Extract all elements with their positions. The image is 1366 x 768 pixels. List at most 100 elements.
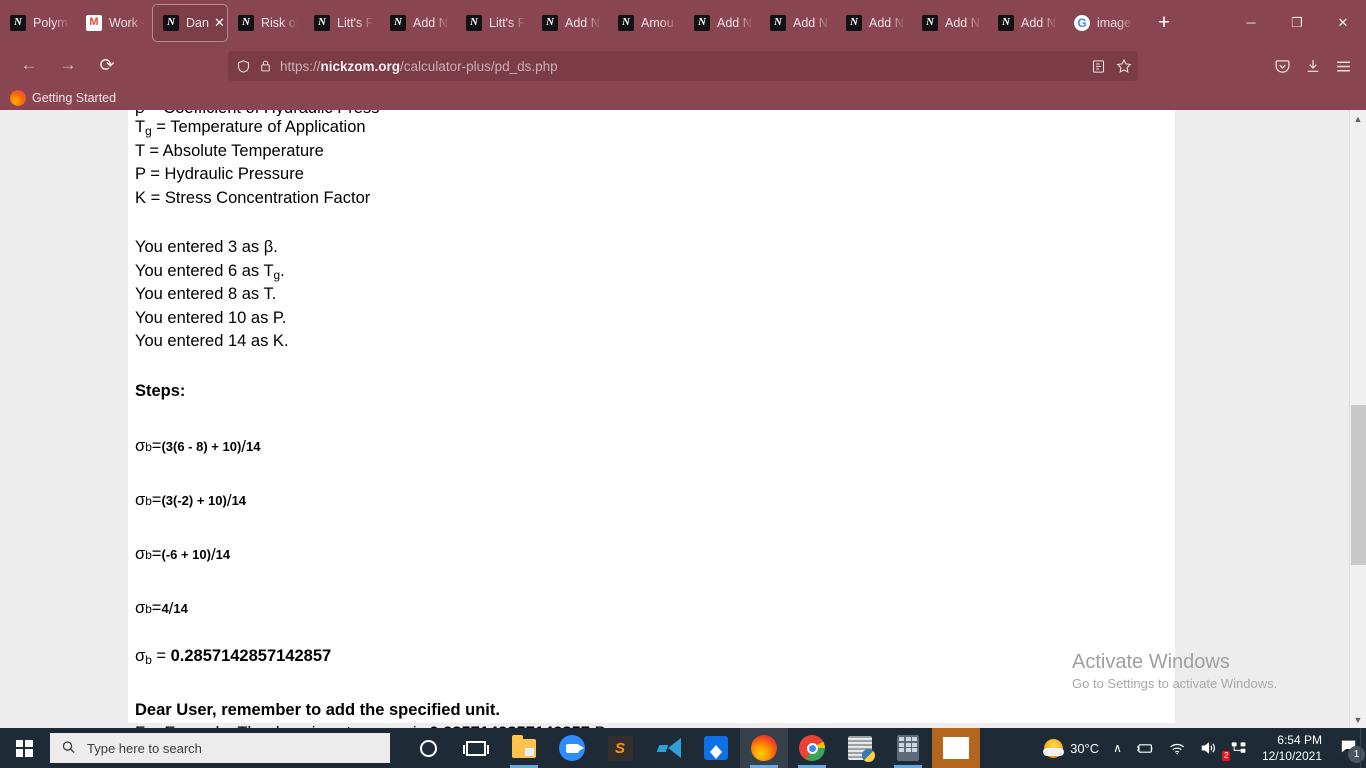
browser-tab-5[interactable]: N Add N [380, 4, 456, 42]
weather-widget[interactable]: 30°C [1037, 728, 1106, 768]
taskbar-search-input[interactable]: Type here to search [50, 733, 390, 763]
forward-icon[interactable]: → [51, 48, 85, 82]
nickzom-favicon-icon: N [10, 14, 26, 31]
show-desktop-button[interactable] [1360, 728, 1366, 768]
steps-heading: Steps: [135, 381, 186, 400]
equals-sign: = [151, 599, 162, 618]
browser-chrome: N Polym M Work - N Dan ✕ N Risk of N Lit… [0, 0, 1366, 110]
nickzom-favicon-icon: N [238, 14, 254, 31]
browser-tab-4[interactable]: N Litt's F [304, 4, 380, 42]
browser-tab-13[interactable]: N Add N [988, 4, 1064, 42]
shield-icon[interactable] [236, 59, 251, 74]
temperature-text: 30°C [1070, 740, 1100, 756]
network-status-icon[interactable]: 2 [1221, 728, 1254, 768]
nickzom-favicon-icon: N [390, 14, 406, 31]
scrollbar-thumb[interactable] [1351, 405, 1366, 565]
file-explorer-icon[interactable] [500, 728, 548, 768]
reload-icon[interactable]: ⟳ [90, 48, 124, 82]
maximize-window-button[interactable]: ❐ [1274, 0, 1320, 45]
close-window-button[interactable]: ✕ [1320, 0, 1366, 45]
firefox-icon[interactable] [740, 728, 788, 768]
equation-denominator: 14 [246, 438, 261, 454]
tab-title: Amou [641, 15, 674, 30]
nickzom-favicon-icon: N [163, 14, 179, 31]
network-badge-count: 2 [1221, 751, 1231, 761]
entered-lead: You entered 6 as [135, 261, 264, 280]
photos-icon[interactable] [932, 728, 980, 768]
calculator-icon[interactable] [884, 728, 932, 768]
browser-tab-14[interactable]: G image [1064, 4, 1140, 42]
close-tab-icon[interactable]: ✕ [214, 16, 225, 29]
equation-lhs: σ [135, 437, 146, 456]
nickzom-favicon-icon: N [618, 14, 634, 31]
symbol-K: K [135, 188, 147, 207]
scrollbar-down-arrow-icon[interactable]: ▼ [1350, 711, 1366, 728]
url-text: https://nickzom.org/calculator-plus/pd_d… [280, 58, 558, 74]
battery-icon[interactable] [1129, 728, 1162, 768]
menu-hamburger-icon[interactable] [1335, 59, 1352, 74]
gmail-favicon-icon: M [86, 14, 102, 31]
new-tab-button[interactable]: + [1150, 12, 1178, 33]
equation-numerator: (3(-2) + 10) [161, 492, 227, 508]
scrollbar-up-arrow-icon[interactable]: ▲ [1350, 110, 1366, 127]
browser-tab-6[interactable]: N Litt's F [456, 4, 532, 42]
browser-tab-10[interactable]: N Add N [760, 4, 836, 42]
equals-sign: = [151, 647, 171, 666]
tab-title: Add N [1021, 15, 1056, 30]
subscript-g: g [145, 123, 152, 138]
zoom-icon[interactable] [548, 728, 596, 768]
bookmark-getting-started[interactable]: Getting Started [32, 91, 116, 105]
wifi-icon[interactable] [1162, 728, 1193, 768]
tray-expand-chevron-icon[interactable]: ∧ [1106, 728, 1129, 768]
browser-tab-9[interactable]: N Add N [684, 4, 760, 42]
taskbar-clock[interactable]: 6:54 PM 12/10/2021 [1254, 732, 1330, 764]
page-scrollbar[interactable]: ▲ ▼ [1349, 110, 1366, 728]
vscode-icon[interactable] [644, 728, 692, 768]
equation-lhs: σ [135, 599, 146, 618]
entered-symbol: P [272, 308, 282, 327]
pycharm-icon[interactable] [836, 728, 884, 768]
browser-tab-11[interactable]: N Add N [836, 4, 912, 42]
tab-title: Add N [869, 15, 904, 30]
equation-lhs-subscript: b [145, 547, 152, 562]
navigation-bar: ← → ⟳ https://nickzom.org/calculator-plu… [0, 45, 1366, 85]
browser-tab-12[interactable]: N Add N [912, 4, 988, 42]
search-icon [58, 736, 81, 759]
lock-icon[interactable] [259, 59, 272, 73]
back-icon[interactable]: ← [12, 48, 46, 82]
browser-tab-1[interactable]: M Work - [76, 4, 152, 42]
browser-tab-0[interactable]: N Polym [0, 4, 76, 42]
cortana-icon[interactable] [404, 728, 452, 768]
browser-tab-8[interactable]: N Amou [608, 4, 684, 42]
reader-mode-icon[interactable] [1091, 59, 1106, 74]
entered-lead: You entered 14 as [135, 332, 273, 351]
browser-tab-2-active[interactable]: N Dan ✕ [152, 3, 228, 42]
definition-text: = Temperature of Application [151, 118, 366, 136]
volume-icon[interactable] [1193, 728, 1224, 768]
bookmark-star-icon[interactable] [1116, 58, 1132, 74]
definition-text: = Absolute Temperature [144, 141, 324, 160]
entered-symbol: K [272, 332, 284, 351]
address-bar[interactable]: https://nickzom.org/calculator-plus/pd_d… [228, 51, 1138, 81]
equation-lhs: σ [135, 491, 146, 510]
definition-beta: β = Coefficient of Hydraulic Press [135, 110, 379, 116]
bookmarks-bar: Getting Started [0, 85, 1366, 110]
minimize-window-button[interactable]: ─ [1228, 0, 1274, 45]
downloads-icon[interactable] [1305, 58, 1321, 74]
weather-sun-cloud-icon [1043, 738, 1065, 758]
browser-tab-7[interactable]: N Add N [532, 4, 608, 42]
browser-tab-3[interactable]: N Risk of [228, 4, 304, 42]
entered-symbol: T [263, 261, 274, 280]
sublime-text-icon[interactable]: S [596, 728, 644, 768]
start-button[interactable] [0, 728, 48, 768]
pocket-icon[interactable] [1274, 58, 1291, 75]
nickzom-favicon-icon: N [694, 14, 710, 31]
chrome-icon[interactable] [788, 728, 836, 768]
task-view-icon[interactable] [452, 728, 500, 768]
dropbox-icon[interactable] [692, 728, 740, 768]
google-favicon-icon: G [1074, 14, 1090, 31]
tab-title: Add N [945, 15, 980, 30]
